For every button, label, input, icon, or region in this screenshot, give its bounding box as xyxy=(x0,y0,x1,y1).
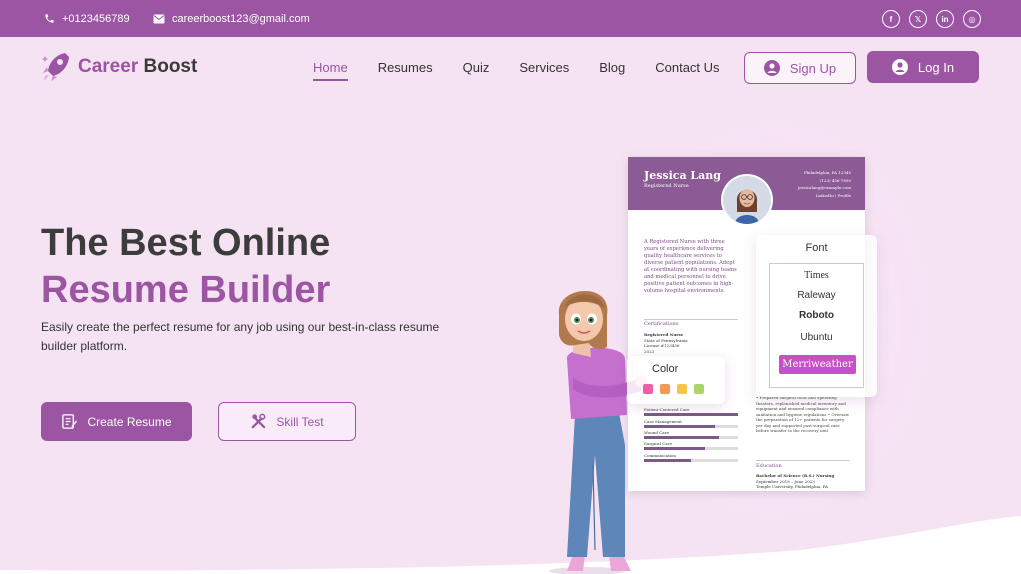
edu-line: Bachelor of Science (B.S.) Nursing xyxy=(756,473,835,478)
skill-bar: Surgical Care xyxy=(644,441,738,450)
resume-role: Registered Nurse xyxy=(644,183,689,189)
hero-title-line1: The Best Online xyxy=(41,222,331,264)
document-edit-icon xyxy=(62,414,78,429)
edu-line: Temple University, Philadelphia, PA xyxy=(756,484,828,489)
portrait-image xyxy=(723,176,771,224)
create-resume-label: Create Resume xyxy=(87,414,172,429)
color-swatch-orange[interactable] xyxy=(660,384,670,394)
facebook-icon[interactable]: f xyxy=(882,10,900,28)
nav-item-home[interactable]: Home xyxy=(313,60,348,81)
phone-contact[interactable]: +0123456789 xyxy=(44,0,130,37)
skill-test-label: Skill Test xyxy=(276,414,324,429)
resume-contact-line: LinkedIn | Profile xyxy=(815,192,851,198)
nav-item-quiz[interactable]: Quiz xyxy=(463,60,490,75)
nav-item-contact[interactable]: Contact Us xyxy=(655,60,719,75)
tools-icon xyxy=(252,413,266,429)
resume-contact-line: jessicalang@example.com xyxy=(797,185,851,190)
skill-fill xyxy=(644,413,738,416)
top-bar: +0123456789 careerboost123@gmail.com f 𝕏… xyxy=(0,0,1021,37)
signup-button[interactable]: Sign Up xyxy=(744,52,856,84)
email-contact[interactable]: careerboost123@gmail.com xyxy=(153,0,310,37)
resume-contact: Philadelphia, PA 12345 (123) 456-7890 je… xyxy=(798,169,851,199)
brand-name-part2: Boost xyxy=(143,56,198,77)
user-icon xyxy=(891,59,908,75)
brand-logo[interactable]: Career Boost xyxy=(41,51,197,83)
color-panel: Color xyxy=(627,356,725,404)
character-illustration xyxy=(549,290,647,574)
email-address: careerboost123@gmail.com xyxy=(172,12,310,25)
skill-bar: Communication xyxy=(644,453,738,462)
hero-title-line2: Resume Builder xyxy=(41,269,331,311)
resume-contact-line: Philadelphia, PA 12345 xyxy=(804,170,851,175)
skill-label: Wound Care xyxy=(644,430,669,435)
x-icon[interactable]: 𝕏 xyxy=(909,10,927,28)
font-option-ubuntu[interactable]: Ubuntu xyxy=(770,332,863,343)
font-list: Times Raleway Roboto Ubuntu Merriweather xyxy=(769,263,864,388)
font-panel-title: Font xyxy=(805,242,828,254)
user-icon xyxy=(763,60,780,76)
color-swatch-yellow[interactable] xyxy=(677,384,687,394)
signup-label: Sign Up xyxy=(789,60,837,76)
instagram-icon[interactable]: ◎ xyxy=(963,10,981,28)
skill-bar: Case Management xyxy=(644,419,738,428)
resume-photo xyxy=(721,174,773,226)
divider xyxy=(644,319,738,320)
font-option-merriweather-selected[interactable]: Merriweather xyxy=(779,355,856,374)
color-swatch-green[interactable] xyxy=(694,384,704,394)
font-panel: Font Times Raleway Roboto Ubuntu Merriwe… xyxy=(756,235,877,397)
color-swatch-pink[interactable] xyxy=(643,384,653,394)
skill-fill xyxy=(644,436,720,439)
login-label: Log In xyxy=(917,59,955,75)
brand-name: Career Boost xyxy=(78,56,197,78)
login-button[interactable]: Log In xyxy=(867,51,979,83)
resume-education: Bachelor of Science (B.S.) Nursing Septe… xyxy=(756,473,834,490)
font-option-roboto[interactable]: Roboto xyxy=(770,310,863,321)
nav-item-resumes[interactable]: Resumes xyxy=(378,60,433,75)
skill-label: Surgical Care xyxy=(644,441,672,446)
nav-item-blog[interactable]: Blog xyxy=(599,60,625,75)
divider xyxy=(756,460,850,461)
create-resume-button[interactable]: Create Resume xyxy=(41,402,192,441)
rocket-icon xyxy=(42,53,69,81)
resume-summary: A Registered Nurse with three years of e… xyxy=(644,239,737,294)
skill-bar: Patient-Centered Care xyxy=(644,407,738,416)
main-nav: Career Boost Home Resumes Quiz Services … xyxy=(0,37,1021,97)
font-option-times[interactable]: Times xyxy=(770,270,863,281)
resume-edu-heading: Education xyxy=(756,463,782,469)
skill-label: Communication xyxy=(644,453,676,458)
phone-icon xyxy=(45,14,54,23)
nav-item-services[interactable]: Services xyxy=(519,60,569,75)
mail-icon xyxy=(153,14,165,23)
skill-label: Case Management xyxy=(644,419,682,424)
hero-subtitle: Easily create the perfect resume for any… xyxy=(41,320,440,353)
resume-experience: • Prepared surgical tools and operating … xyxy=(756,395,850,433)
skill-test-button[interactable]: Skill Test xyxy=(218,402,356,441)
color-panel-title: Color xyxy=(652,363,679,375)
resume-contact-line: (123) 456-7890 xyxy=(819,177,851,183)
social-links: f 𝕏 in ◎ xyxy=(882,10,981,28)
font-option-raleway[interactable]: Raleway xyxy=(770,290,863,301)
background-wave xyxy=(0,516,1021,574)
phone-number: +0123456789 xyxy=(62,12,130,25)
skill-bar: Wound Care xyxy=(644,430,738,439)
hero-title: The Best Online Resume Builder xyxy=(41,220,330,314)
brand-name-part1: Career xyxy=(78,56,139,77)
resume-name: Jessica Lang xyxy=(644,169,721,182)
linkedin-icon[interactable]: in xyxy=(936,10,954,28)
skill-label: Patient-Centered Care xyxy=(644,407,690,412)
nav-menu: Home Resumes Quiz Services Blog Contact … xyxy=(313,60,750,81)
